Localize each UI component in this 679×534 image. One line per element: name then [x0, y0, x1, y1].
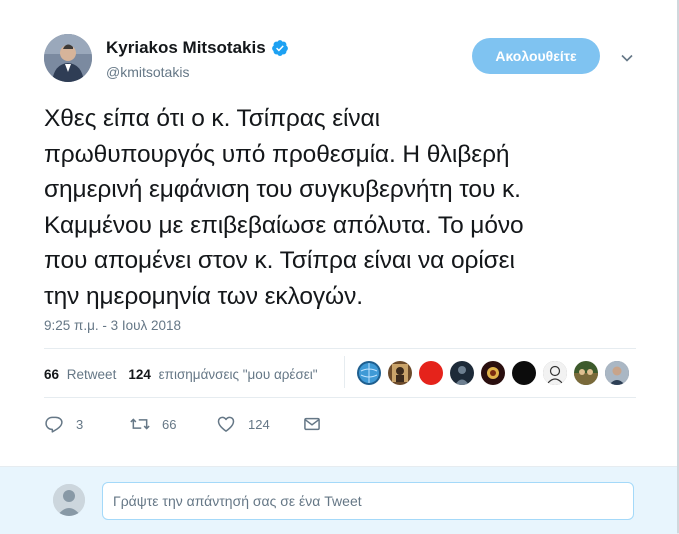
envelope-icon: [304, 417, 320, 431]
tweet-text: Χθες είπα ότι ο κ. Τσίπρας είναι πρωθυπο…: [44, 105, 524, 310]
default-avatar-icon: [53, 484, 85, 516]
divider: [44, 397, 636, 398]
likers-list: [357, 361, 636, 385]
liker-avatar[interactable]: [419, 361, 443, 385]
night-avatar-icon: [455, 366, 469, 385]
tweet-timestamp[interactable]: 9:25 π.μ. - 3 Ιουλ 2018: [44, 318, 181, 333]
liker-avatar[interactable]: [357, 361, 381, 385]
message-action[interactable]: [302, 414, 322, 434]
reply-input[interactable]: Γράψτε την απάντησή σας σε ένα Tweet: [102, 482, 634, 520]
tweet-stats: 66 Retweet 124 επισημάνσεις "μου αρέσει": [44, 360, 318, 388]
retweet-label: Retweet: [66, 366, 117, 382]
divider: [44, 348, 636, 349]
liker-avatar[interactable]: [450, 361, 474, 385]
man-avatar-icon: [605, 361, 629, 385]
like-stat[interactable]: 124 επισημάνσεις "μου αρέσει": [128, 367, 317, 382]
retweet-icon: [130, 418, 150, 430]
chevron-down-icon[interactable]: [620, 51, 634, 65]
tweet-header: Kyriakos Mitsotakis @kmitsotakis Ακολουθ…: [44, 34, 644, 90]
portrait-avatar-icon: [392, 364, 408, 382]
retweet-action-count: 66: [162, 416, 177, 432]
verified-badge-icon: [271, 40, 288, 56]
like-action[interactable]: 124: [216, 414, 302, 434]
like-label: επισημάνσεις "μου αρέσει": [158, 366, 318, 382]
current-user-avatar[interactable]: [53, 484, 85, 516]
liker-avatar[interactable]: [481, 361, 505, 385]
liker-avatar[interactable]: [574, 361, 598, 385]
retweet-count: 66: [44, 366, 60, 382]
heart-icon: [217, 416, 235, 432]
reply-action[interactable]: 3: [44, 414, 130, 434]
user-handle[interactable]: @kmitsotakis: [106, 64, 189, 80]
stats-separator: [344, 356, 345, 388]
badge-avatar-icon: [487, 367, 499, 379]
tweet-card: Kyriakos Mitsotakis @kmitsotakis Ακολουθ…: [0, 0, 679, 534]
globe-avatar-icon: [359, 363, 379, 383]
group-avatar-icon: [574, 369, 598, 385]
user-name[interactable]: Kyriakos Mitsotakis: [106, 38, 266, 58]
reply-icon: [45, 416, 63, 433]
sketch-avatar-icon: [543, 361, 567, 385]
liker-avatar[interactable]: [512, 361, 536, 385]
liker-avatar[interactable]: [605, 361, 629, 385]
like-action-count: 124: [248, 416, 270, 432]
tweet-actions: 3 66 124: [44, 414, 322, 434]
liker-avatar[interactable]: [543, 361, 567, 385]
profile-avatar[interactable]: [44, 34, 92, 82]
following-button[interactable]: Ακολουθείτε: [472, 38, 600, 74]
profile-photo-icon: [44, 34, 92, 82]
reply-count: 3: [76, 416, 84, 432]
liker-avatar[interactable]: [388, 361, 412, 385]
retweet-stat[interactable]: 66 Retweet: [44, 367, 116, 382]
like-count: 124: [128, 366, 151, 382]
reply-bar: Γράψτε την απάντησή σας σε ένα Tweet: [0, 466, 677, 534]
retweet-action[interactable]: 66: [130, 414, 216, 434]
